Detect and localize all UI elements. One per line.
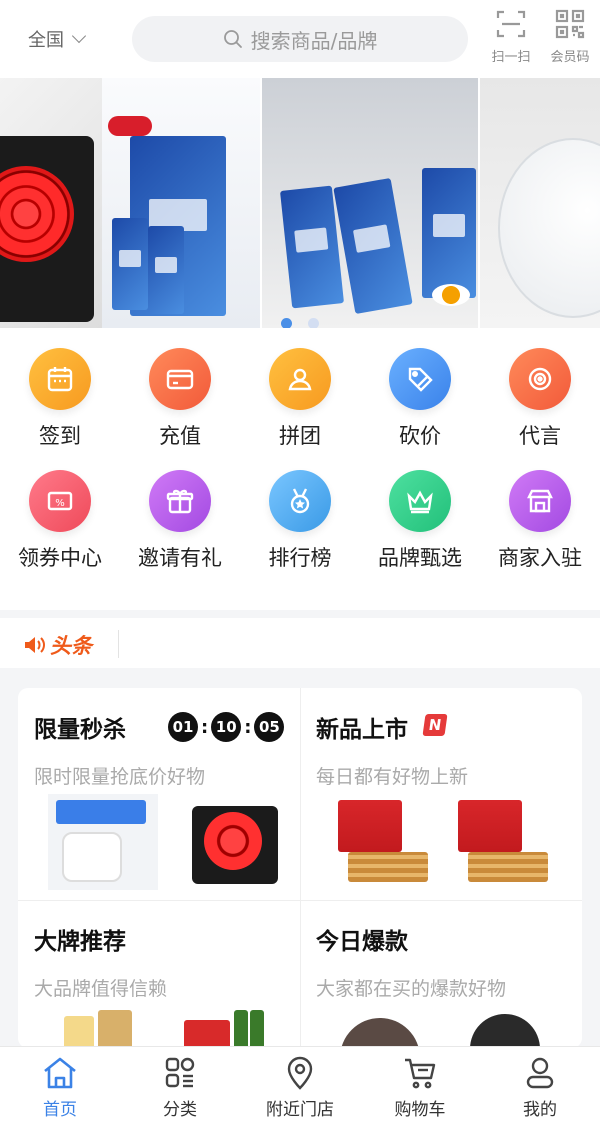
speaker-icon: [25, 637, 45, 653]
product-image-cooktop[interactable]: [178, 794, 288, 890]
banner-image-milk-box: [102, 78, 260, 328]
grid-item-brand-select[interactable]: 品牌甄选: [360, 470, 480, 572]
member-code-button[interactable]: 会员码: [545, 8, 595, 65]
grid-item-label: 砍价: [399, 424, 441, 448]
chevron-down-icon: [71, 28, 87, 44]
coupon-icon: %: [29, 470, 91, 532]
group-icon: [269, 348, 331, 410]
medal-icon: [269, 470, 331, 532]
card-subtitle: 大品牌值得信赖: [34, 978, 168, 1000]
headline-label: 头条: [50, 634, 92, 658]
grid-item-leaderboard[interactable]: 排行榜: [240, 470, 360, 572]
nav-label: 分类: [163, 1100, 197, 1120]
grid-item-merchant-join[interactable]: 商家入驻: [480, 470, 600, 572]
news-ticker[interactable]: 头条: [0, 618, 600, 668]
banner-image-milk-cartons: [262, 78, 478, 328]
card-title: 限量秒杀: [34, 717, 126, 743]
banner-image-yogurt: [480, 78, 600, 328]
grid-item-label: 领券中心: [18, 546, 102, 570]
shop-icon: [509, 470, 571, 532]
grid-item-bargain[interactable]: 砍价: [360, 348, 480, 450]
grid-item-label: 拼团: [279, 424, 321, 448]
flash-sale-card[interactable]: 限量秒杀 01 : 10 : 05 限时限量抢底价好物: [18, 688, 300, 900]
scan-label: 扫一扫: [491, 50, 531, 65]
target-icon: [509, 348, 571, 410]
card-title: 新品上市: [316, 717, 408, 743]
card-title: 今日爆款: [316, 929, 408, 955]
brand-logo: [108, 116, 152, 136]
home-icon: [44, 1057, 76, 1089]
nav-label: 附近门店: [266, 1100, 334, 1120]
search-input[interactable]: 搜索商品/品牌: [132, 16, 468, 62]
grid-item-label: 签到: [39, 424, 81, 448]
brand-picks-card[interactable]: 大牌推荐 大品牌值得信赖: [18, 900, 300, 1048]
grid-item-label: 充值: [159, 424, 201, 448]
search-icon: [223, 30, 242, 48]
category-icon: [165, 1057, 195, 1088]
grid-item-label: 代言: [519, 424, 561, 448]
grid-item-checkin[interactable]: 签到: [0, 348, 120, 450]
card-title: 大牌推荐: [34, 929, 126, 955]
headline-tag: 头条: [22, 630, 92, 660]
cart-icon: [405, 1058, 436, 1089]
member-code-label: 会员码: [550, 50, 590, 65]
product-image-wafer-2[interactable]: [450, 796, 560, 892]
scan-button[interactable]: 扫一扫: [486, 8, 536, 65]
region-label: 全国: [28, 30, 64, 51]
divider: [118, 630, 119, 658]
svg-text:%: %: [55, 498, 65, 509]
card-subtitle: 大家都在买的爆款好物: [316, 978, 507, 1000]
grid-item-label: 品牌甄选: [378, 546, 462, 570]
grid-item-label: 商家入驻: [498, 546, 582, 570]
timer-seconds: 05: [254, 712, 285, 742]
product-image-massager[interactable]: [330, 1014, 440, 1048]
grid-item-coupon-center[interactable]: % 领券中心: [0, 470, 120, 572]
timer-minutes: 10: [211, 712, 242, 742]
product-image-oil-gift[interactable]: [178, 1010, 288, 1048]
new-arrivals-card[interactable]: 新品上市 N 每日都有好物上新: [300, 688, 582, 900]
grid-item-label: 邀请有礼: [138, 546, 222, 570]
promo-cards: 限量秒杀 01 : 10 : 05 限时限量抢底价好物 新品上市 N 每日都有好…: [18, 688, 582, 1048]
grid-item-group-buy[interactable]: 拼团: [240, 348, 360, 450]
nav-category[interactable]: 分类: [120, 1047, 240, 1128]
top-bar: 全国 搜索商品/品牌 扫一扫 会员码: [0, 0, 600, 78]
card-subtitle: 限时限量抢底价好物: [34, 766, 206, 788]
nav-label: 我的: [523, 1100, 557, 1120]
grid-item-recharge[interactable]: 充值: [120, 348, 240, 450]
banner-carousel[interactable]: [0, 78, 600, 328]
product-image-helmet[interactable]: [450, 1014, 560, 1048]
tag-icon: [389, 348, 451, 410]
nav-cart[interactable]: 购物车: [360, 1047, 480, 1128]
timer-hours: 01: [168, 712, 198, 742]
countdown-timer: 01 : 10 : 05: [168, 712, 285, 742]
location-icon: [287, 1056, 313, 1090]
hot-today-card[interactable]: 今日爆款 大家都在买的爆款好物: [300, 900, 582, 1048]
card-subtitle: 每日都有好物上新: [316, 766, 469, 788]
nav-label: 首页: [43, 1100, 77, 1120]
grid-item-invite[interactable]: 邀请有礼: [120, 470, 240, 572]
grid-item-label: 排行榜: [268, 546, 332, 570]
crown-icon: [389, 470, 451, 532]
nav-home[interactable]: 首页: [0, 1047, 120, 1128]
nav-nearby-stores[interactable]: 附近门店: [240, 1047, 360, 1128]
search-placeholder: 搜索商品/品牌: [250, 28, 378, 53]
nav-profile[interactable]: 我的: [480, 1047, 600, 1128]
qr-code-icon: [555, 9, 585, 39]
product-image-tea[interactable]: [58, 1010, 168, 1048]
calendar-icon: [29, 348, 91, 410]
banner-image-cooktop: [0, 78, 102, 328]
region-selector[interactable]: 全国: [28, 26, 87, 52]
scan-icon: [496, 10, 526, 38]
feature-grid: 签到 充值 拼团 砍价 代言 % 领券中心 邀请有礼 排行榜 品牌甄选 商家入驻: [0, 328, 600, 610]
profile-icon: [526, 1057, 554, 1089]
product-image-wafer-1[interactable]: [330, 796, 440, 892]
new-badge: N: [422, 714, 448, 736]
card-icon: [149, 348, 211, 410]
grid-item-endorse[interactable]: 代言: [480, 348, 600, 450]
gift-icon: [149, 470, 211, 532]
nav-label: 购物车: [394, 1100, 446, 1120]
bottom-nav: 首页 分类 附近门店 购物车 我的: [0, 1046, 600, 1128]
product-image-cooker[interactable]: [48, 794, 158, 890]
